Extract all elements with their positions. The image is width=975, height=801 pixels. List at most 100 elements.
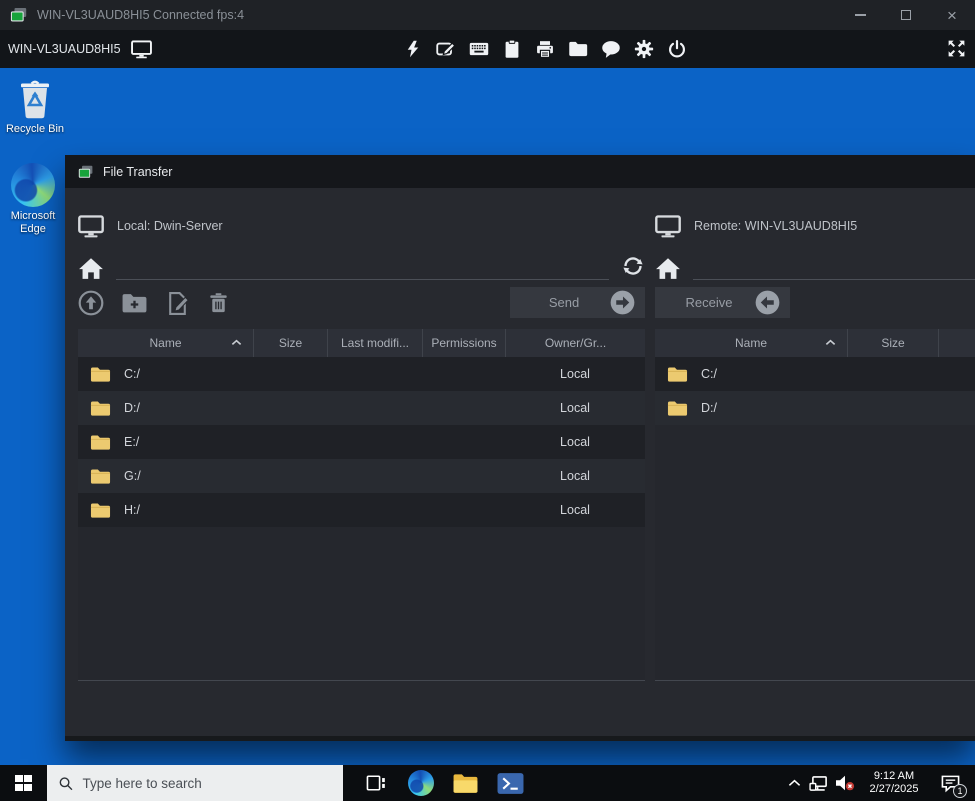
send-button-label: Send bbox=[519, 295, 609, 310]
system-tray: 9:12 AM 2/27/2025 1 bbox=[782, 765, 975, 801]
printer-icon[interactable] bbox=[535, 39, 555, 59]
sort-ascending-icon bbox=[231, 339, 242, 346]
table-row[interactable]: G:/ Local bbox=[78, 459, 645, 493]
clock-date: 2/27/2025 bbox=[861, 783, 927, 796]
fullscreen-icon[interactable] bbox=[946, 38, 967, 59]
desktop-icon-label: Recycle Bin bbox=[6, 123, 64, 136]
desktop-icon-recycle-bin[interactable]: Recycle Bin bbox=[4, 76, 66, 136]
folder-icon bbox=[90, 434, 111, 451]
windows-logo-icon bbox=[15, 775, 32, 792]
receive-button-label: Receive bbox=[664, 295, 754, 310]
monitor-icon[interactable] bbox=[131, 40, 152, 59]
edit-icon[interactable] bbox=[436, 39, 456, 59]
table-row[interactable]: C:/ bbox=[655, 357, 975, 391]
local-path-row bbox=[78, 248, 645, 280]
edge-icon bbox=[408, 770, 434, 796]
column-header-modified[interactable]: Last bbox=[938, 329, 975, 357]
remote-table-header: Name Size Last bbox=[655, 329, 975, 357]
taskbar-clock[interactable]: 9:12 AM 2/27/2025 bbox=[861, 770, 927, 796]
gear-icon[interactable] bbox=[634, 39, 654, 59]
tray-network[interactable] bbox=[807, 765, 832, 801]
window-title: WIN-VL3UAUD8HI5 Connected fps:4 bbox=[37, 8, 244, 22]
recycle-bin-icon bbox=[16, 76, 54, 120]
folder-icon bbox=[667, 400, 688, 417]
minimize-button[interactable] bbox=[837, 0, 883, 30]
remote-host-row: Remote: WIN-VL3UAUD8HI5 bbox=[655, 208, 857, 244]
desktop-icon-microsoft-edge[interactable]: Microsoft Edge bbox=[4, 163, 62, 236]
file-transfer-logo-icon bbox=[78, 164, 94, 180]
clipboard-icon[interactable] bbox=[502, 39, 522, 59]
remote-host-label: Remote: WIN-VL3UAUD8HI5 bbox=[694, 219, 857, 233]
table-row[interactable]: H:/ Local bbox=[78, 493, 645, 527]
remote-app-logo-icon bbox=[10, 6, 28, 24]
close-button[interactable]: × bbox=[929, 0, 975, 30]
local-panel: Local: Dwin-Server Send Name bbox=[78, 188, 645, 736]
send-button[interactable]: Send bbox=[510, 287, 645, 318]
remote-file-table[interactable]: Name Size Last C:/ D:/ bbox=[655, 329, 975, 681]
folder-icon[interactable] bbox=[568, 39, 588, 59]
keyboard-icon[interactable] bbox=[469, 39, 489, 59]
table-row[interactable]: E:/ Local bbox=[78, 425, 645, 459]
refresh-icon[interactable] bbox=[621, 254, 645, 278]
search-input[interactable] bbox=[82, 776, 332, 791]
taskbar-edge-button[interactable] bbox=[398, 765, 443, 801]
column-header-modified[interactable]: Last modifi... bbox=[327, 329, 422, 357]
column-header-name[interactable]: Name bbox=[655, 329, 847, 357]
clock-time: 9:12 AM bbox=[861, 770, 927, 783]
task-view-icon bbox=[366, 774, 386, 792]
new-folder-icon[interactable] bbox=[121, 292, 148, 315]
tray-volume[interactable] bbox=[832, 765, 857, 801]
column-header-size[interactable]: Size bbox=[253, 329, 327, 357]
power-icon[interactable] bbox=[667, 39, 687, 59]
folder-icon bbox=[90, 468, 111, 485]
file-transfer-titlebar[interactable]: File Transfer bbox=[65, 155, 975, 188]
home-icon[interactable] bbox=[78, 256, 104, 280]
desktop-icon-label: Microsoft Edge bbox=[4, 210, 62, 236]
local-path-input[interactable] bbox=[116, 254, 609, 280]
action-center-button[interactable]: 1 bbox=[931, 765, 969, 801]
notification-badge: 1 bbox=[953, 784, 967, 798]
bolt-icon[interactable] bbox=[403, 39, 423, 59]
local-file-table[interactable]: Name Size Last modifi... Permissions Own… bbox=[78, 329, 645, 681]
maximize-button[interactable] bbox=[883, 0, 929, 30]
arrow-left-circle-icon bbox=[754, 289, 781, 316]
delete-icon[interactable] bbox=[207, 291, 230, 315]
arrow-right-circle-icon bbox=[609, 289, 636, 316]
folder-icon bbox=[90, 502, 111, 519]
file-transfer-title: File Transfer bbox=[103, 165, 172, 179]
local-host-label: Local: Dwin-Server bbox=[117, 219, 223, 233]
local-table-header: Name Size Last modifi... Permissions Own… bbox=[78, 329, 645, 357]
receive-button[interactable]: Receive bbox=[655, 287, 790, 318]
table-row[interactable]: C:/ Local bbox=[78, 357, 645, 391]
remote-path-input[interactable] bbox=[693, 254, 975, 280]
table-row[interactable]: D:/ bbox=[655, 391, 975, 425]
folder-icon bbox=[667, 366, 688, 383]
remote-panel: Remote: WIN-VL3UAUD8HI5 Receive Name Siz… bbox=[655, 188, 975, 736]
rename-icon[interactable] bbox=[165, 291, 190, 316]
toolbar-icon-group bbox=[403, 30, 687, 68]
task-view-button[interactable] bbox=[353, 765, 398, 801]
tray-chevron-up[interactable] bbox=[782, 765, 807, 801]
chat-icon[interactable] bbox=[601, 39, 621, 59]
remote-session-toolbar: WIN-VL3UAUD8HI5 bbox=[0, 30, 975, 68]
local-host-row: Local: Dwin-Server bbox=[78, 208, 223, 244]
column-header-name[interactable]: Name bbox=[78, 329, 253, 357]
taskbar-powershell-button[interactable] bbox=[488, 765, 533, 801]
search-icon bbox=[58, 775, 73, 792]
remote-host-label: WIN-VL3UAUD8HI5 bbox=[8, 42, 121, 56]
column-header-size[interactable]: Size bbox=[847, 329, 938, 357]
column-header-owner[interactable]: Owner/Gr... bbox=[505, 329, 645, 357]
monitor-icon bbox=[655, 215, 681, 238]
chevron-up-icon bbox=[788, 779, 801, 787]
powershell-icon bbox=[497, 772, 524, 795]
column-header-permissions[interactable]: Permissions bbox=[422, 329, 505, 357]
home-icon[interactable] bbox=[655, 256, 681, 280]
table-row[interactable]: D:/ Local bbox=[78, 391, 645, 425]
upload-icon[interactable] bbox=[78, 290, 104, 316]
start-button[interactable] bbox=[0, 765, 47, 801]
file-transfer-window: File Transfer Local: Dwin-Server Send bbox=[65, 155, 975, 741]
taskbar-search[interactable] bbox=[47, 765, 343, 801]
taskbar-file-explorer-button[interactable] bbox=[443, 765, 488, 801]
edge-icon bbox=[11, 163, 55, 207]
window-controls: × bbox=[837, 0, 975, 30]
